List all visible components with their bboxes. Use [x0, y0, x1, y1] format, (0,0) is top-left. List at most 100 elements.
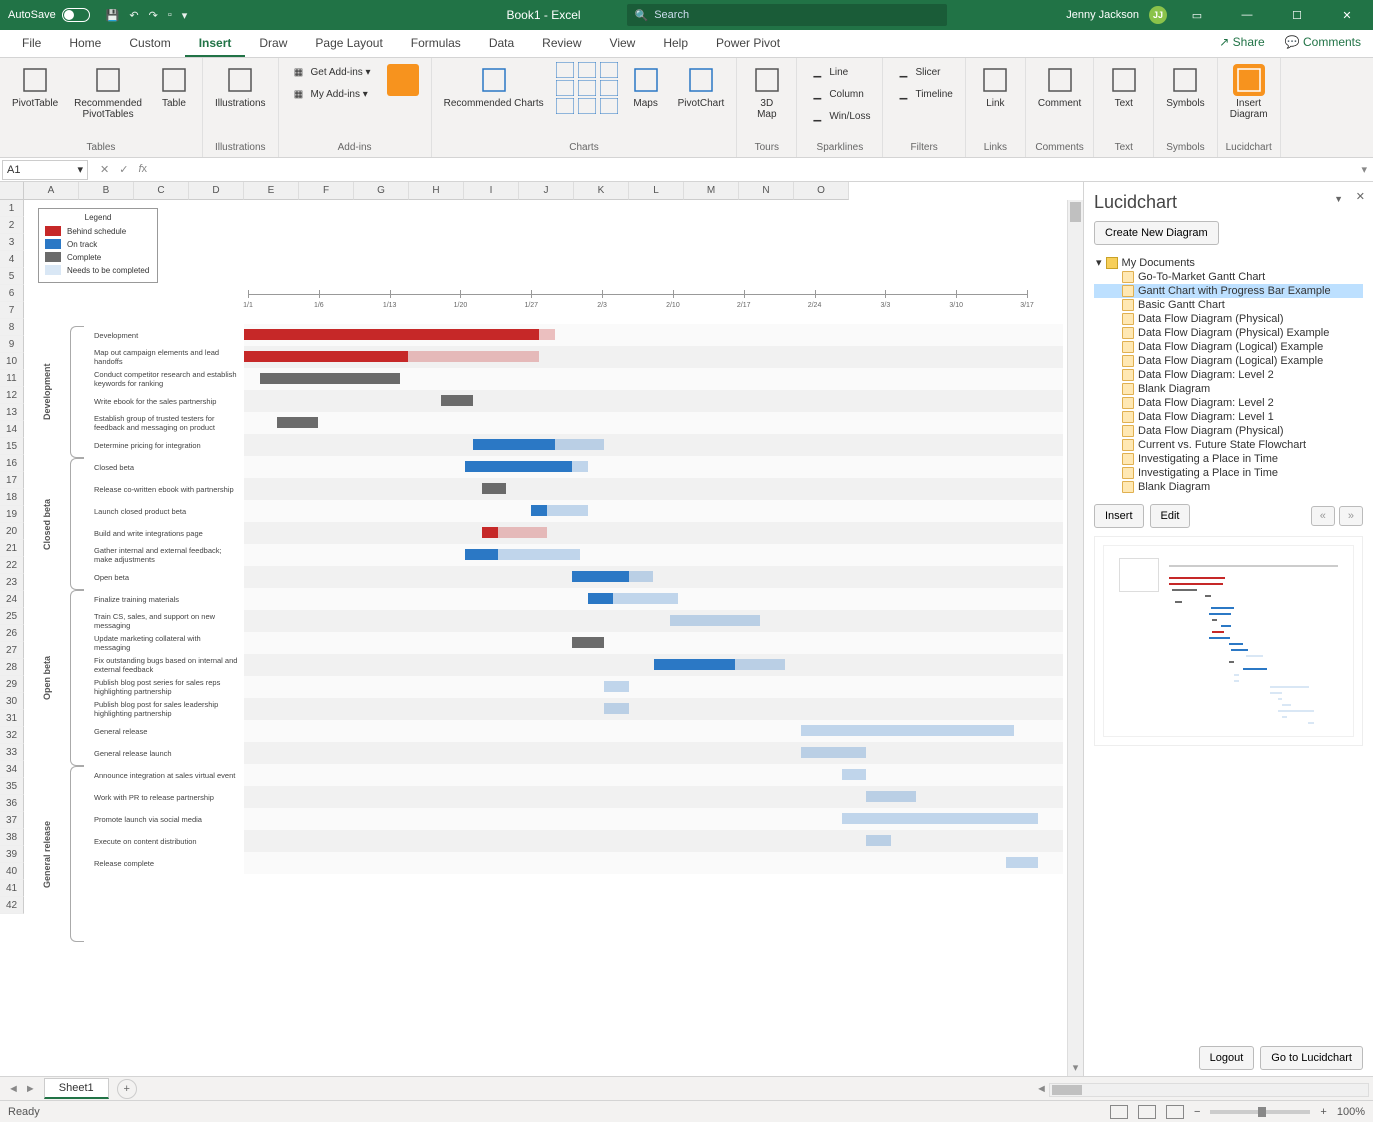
next-button[interactable]: » [1339, 506, 1363, 526]
row-header[interactable]: 40 [0, 863, 24, 880]
document-item[interactable]: Blank Diagram [1094, 480, 1363, 494]
tab-page-layout[interactable]: Page Layout [301, 30, 396, 57]
recommended-pivottables-button[interactable]: RecommendedPivotTables [70, 62, 146, 122]
page-break-view-icon[interactable] [1166, 1105, 1184, 1119]
my-add-ins-button[interactable]: ▦My Add-ins ▾ [287, 84, 375, 104]
zoom-in-icon[interactable]: + [1320, 1106, 1326, 1118]
qat-more-icon[interactable]: ▾ [182, 9, 188, 22]
document-item[interactable]: Data Flow Diagram (Logical) Example [1094, 354, 1363, 368]
user-name[interactable]: Jenny Jackson [1066, 9, 1139, 21]
column-header[interactable]: K [574, 182, 629, 200]
row-header[interactable]: 8 [0, 319, 24, 336]
tab-formulas[interactable]: Formulas [397, 30, 475, 57]
select-all-corner[interactable] [0, 182, 24, 200]
recommended-charts-button[interactable]: Recommended Charts [440, 62, 548, 111]
close-icon[interactable]: ✕ [1327, 0, 1367, 30]
document-item[interactable]: Gantt Chart with Progress Bar Example [1094, 284, 1363, 298]
column-header[interactable]: A [24, 182, 79, 200]
row-header[interactable]: 12 [0, 387, 24, 404]
column-header[interactable]: M [684, 182, 739, 200]
row-header[interactable]: 20 [0, 523, 24, 540]
column-header[interactable]: E [244, 182, 299, 200]
sheet-nav-prev-icon[interactable]: ◄ [8, 1083, 19, 1095]
tab-custom[interactable]: Custom [115, 30, 184, 57]
minimize-icon[interactable]: — [1227, 0, 1267, 30]
row-header[interactable]: 16 [0, 455, 24, 472]
column-header[interactable]: I [464, 182, 519, 200]
win-loss-button[interactable]: ▁Win/Loss [805, 106, 874, 126]
row-header[interactable]: 31 [0, 710, 24, 727]
edit-button[interactable]: Edit [1150, 504, 1191, 528]
comment-button[interactable]: Comment [1034, 62, 1085, 111]
get-add-ins-button[interactable]: ▦Get Add-ins ▾ [287, 62, 375, 82]
document-item[interactable]: Data Flow Diagram (Physical) [1094, 424, 1363, 438]
tab-review[interactable]: Review [528, 30, 595, 57]
text-button[interactable]: Text [1104, 62, 1144, 111]
normal-view-icon[interactable] [1110, 1105, 1128, 1119]
row-header[interactable]: 9 [0, 336, 24, 353]
fx-icon[interactable]: fx [138, 163, 147, 176]
column-header[interactable]: F [299, 182, 354, 200]
column-header[interactable]: O [794, 182, 849, 200]
name-box[interactable]: A1▾ [2, 160, 88, 180]
document-item[interactable]: Data Flow Diagram (Logical) Example [1094, 340, 1363, 354]
chart-type-icon[interactable] [556, 98, 574, 114]
column-header[interactable]: H [409, 182, 464, 200]
row-header[interactable]: 34 [0, 761, 24, 778]
zoom-level[interactable]: 100% [1337, 1106, 1365, 1118]
ribbon-display-icon[interactable]: ▭ [1177, 0, 1217, 30]
tab-home[interactable]: Home [55, 30, 115, 57]
chart-type-icon[interactable] [578, 80, 596, 96]
row-header[interactable]: 6 [0, 285, 24, 302]
chart-type-icon[interactable] [600, 62, 618, 78]
row-header[interactable]: 42 [0, 897, 24, 914]
column-header[interactable]: J [519, 182, 574, 200]
bing-maps-button[interactable] [383, 62, 423, 98]
column-header[interactable]: L [629, 182, 684, 200]
tab-view[interactable]: View [596, 30, 650, 57]
zoom-slider[interactable] [1210, 1110, 1310, 1114]
undo-icon[interactable]: ↶ [129, 9, 138, 22]
maps-button[interactable]: Maps [626, 62, 666, 111]
row-header[interactable]: 17 [0, 472, 24, 489]
horizontal-scrollbar[interactable]: ◄► [1049, 1083, 1369, 1097]
document-item[interactable]: Data Flow Diagram: Level 1 [1094, 410, 1363, 424]
row-header[interactable]: 13 [0, 404, 24, 421]
row-header[interactable]: 7 [0, 302, 24, 319]
row-header[interactable]: 30 [0, 693, 24, 710]
row-header[interactable]: 33 [0, 744, 24, 761]
row-header[interactable]: 15 [0, 438, 24, 455]
row-header[interactable]: 11 [0, 370, 24, 387]
row-header[interactable]: 4 [0, 251, 24, 268]
row-header[interactable]: 21 [0, 540, 24, 557]
row-header[interactable]: 32 [0, 727, 24, 744]
share-button[interactable]: ↗ Share [1213, 33, 1270, 51]
tab-insert[interactable]: Insert [185, 30, 246, 57]
pane-menu-icon[interactable]: ▼ [1334, 194, 1343, 204]
sheet-tab[interactable]: Sheet1 [44, 1078, 109, 1099]
document-item[interactable]: Basic Gantt Chart [1094, 298, 1363, 312]
row-header[interactable]: 19 [0, 506, 24, 523]
column-header[interactable]: C [134, 182, 189, 200]
document-item[interactable]: Investigating a Place in Time [1094, 466, 1363, 480]
maximize-icon[interactable]: ☐ [1277, 0, 1317, 30]
document-item[interactable]: Investigating a Place in Time [1094, 452, 1363, 466]
row-header[interactable]: 36 [0, 795, 24, 812]
row-header[interactable]: 3 [0, 234, 24, 251]
row-header[interactable]: 10 [0, 353, 24, 370]
prev-button[interactable]: « [1311, 506, 1335, 526]
avatar[interactable]: JJ [1149, 6, 1167, 24]
chart-type-icon[interactable] [556, 62, 574, 78]
row-header[interactable]: 29 [0, 676, 24, 693]
tree-root[interactable]: ▾ My Documents [1094, 255, 1363, 270]
insert-button[interactable]: Insert [1094, 504, 1144, 528]
tab-draw[interactable]: Draw [245, 30, 301, 57]
chart-type-icon[interactable] [556, 80, 574, 96]
logout-button[interactable]: Logout [1199, 1046, 1255, 1070]
create-diagram-button[interactable]: Create New Diagram [1094, 221, 1219, 245]
comments-button[interactable]: 💬 Comments [1279, 33, 1367, 51]
illustrations-button[interactable]: Illustrations [211, 62, 270, 111]
chart-type-icon[interactable] [600, 80, 618, 96]
column-header[interactable]: G [354, 182, 409, 200]
pane-close-icon[interactable]: ✕ [1356, 190, 1365, 203]
